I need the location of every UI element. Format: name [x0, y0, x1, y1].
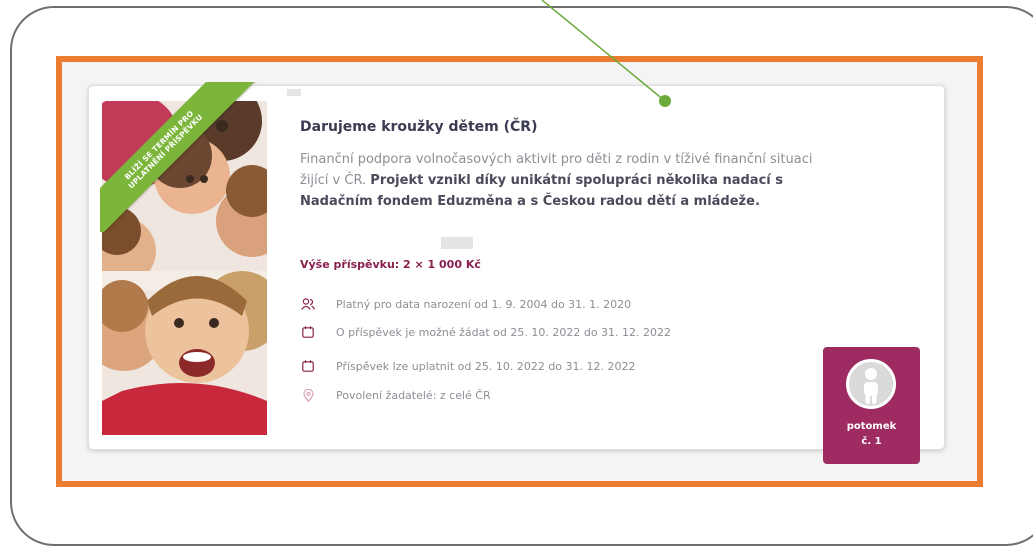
avatar-icon [846, 359, 896, 409]
info-text-use-period: Příspěvek lze uplatnit od 25. 10. 2022 d… [336, 359, 636, 373]
badge-label-line-1: potomek [846, 421, 897, 432]
info-row-apply-period: O příspěvek je možné žádat od 25. 10. 20… [300, 323, 671, 341]
description-fade [290, 205, 850, 235]
read-more-placeholder[interactable] [441, 237, 473, 249]
location-pin-icon [300, 387, 316, 403]
description-bold-text: Projekt vznikl díky unikátní spolupráci … [300, 173, 783, 209]
info-row-applicants: Povolení žadatelé: z celé ČR [300, 386, 491, 404]
calendar-icon [300, 324, 316, 340]
info-row-use-period: Příspěvek lze uplatnit od 25. 10. 2022 d… [300, 357, 636, 375]
people-icon [300, 296, 316, 312]
info-row-birth-dates: Platný pro data narození od 1. 9. 2004 d… [300, 295, 631, 313]
ribbon-line-1: BLÍŽÍ SE TERMÍN PRO [123, 109, 196, 182]
ribbon-line-2: UPLATNĚNÍ PŘÍSPĚVKU [126, 112, 205, 191]
contribution-amount: Výše příspěvku: 2 × 1 000 Kč [300, 258, 481, 271]
badge-label-line-2: č. 1 [861, 436, 882, 447]
deadline-ribbon-band: BLÍŽÍ SE TERMÍN PRO UPLATNĚNÍ PŘÍSPĚVKU [100, 82, 264, 232]
info-text-applicants: Povolení žadatelé: z celé ČR [336, 388, 491, 402]
deadline-ribbon: BLÍŽÍ SE TERMÍN PRO UPLATNĚNÍ PŘÍSPĚVKU [100, 82, 270, 232]
child-badge[interactable]: potomek č. 1 [823, 347, 920, 464]
card-title[interactable]: Darujeme kroužky dětem (ČR) [300, 119, 537, 135]
info-text-apply-period: O příspěvek je možné žádat od 25. 10. 20… [336, 325, 672, 339]
placeholder-mark [287, 89, 301, 96]
calendar-icon [300, 358, 316, 374]
info-text-birth-dates: Platný pro data narození od 1. 9. 2004 d… [336, 297, 632, 311]
